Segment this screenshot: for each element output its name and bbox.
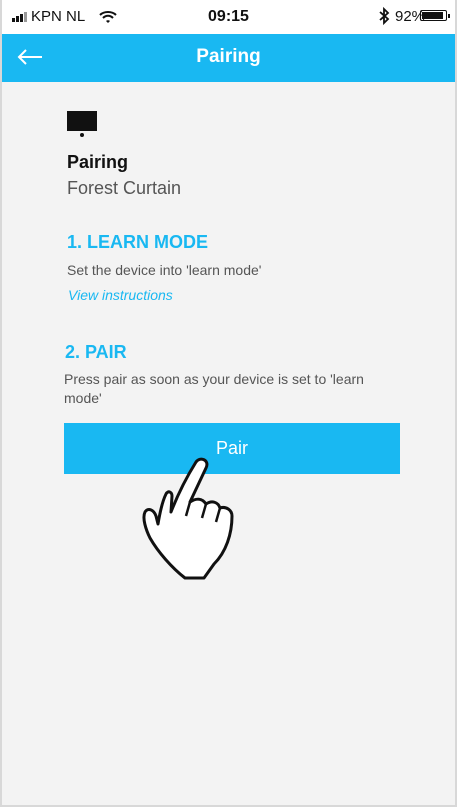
step-pair-heading: 2. PAIR	[65, 342, 127, 362]
device-icon	[67, 111, 97, 137]
device-heading: Pairing	[67, 152, 129, 172]
main-content: Pairing Forest Curtain 1. LEARN MODE Set…	[2, 82, 455, 805]
phone-screen: KPN NL 09:15 92% Pairing Pairing Forest …	[0, 0, 457, 807]
nav-bar: Pairing	[2, 34, 455, 82]
bluetooth-icon	[379, 6, 390, 26]
step-learn-mode-text: Set the device into 'learn mode'	[67, 262, 262, 278]
device-name: Forest Curtain	[67, 178, 182, 198]
pair-button[interactable]: Pair	[64, 423, 400, 474]
page-title: Pairing	[196, 46, 261, 67]
battery-icon	[420, 10, 450, 21]
view-instructions-link[interactable]: View instructions	[68, 287, 173, 303]
step-pair-text: Press pair as soon as your device is set…	[64, 371, 364, 406]
step-learn-mode-heading: 1. LEARN MODE	[67, 232, 209, 252]
status-bar: KPN NL 09:15 92%	[2, 0, 455, 34]
